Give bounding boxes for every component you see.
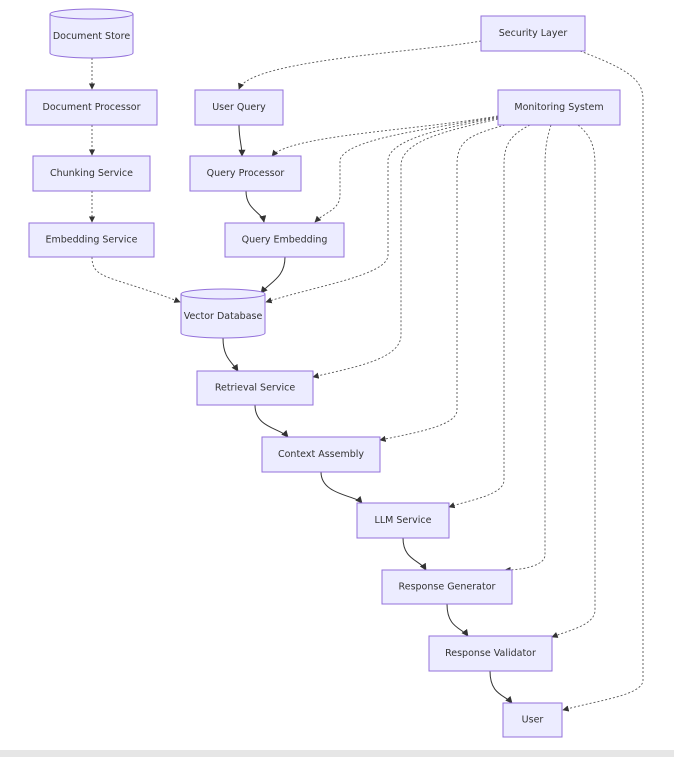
node-label: Document Store bbox=[53, 31, 131, 42]
edge-queryprocessor-queryembedding bbox=[245, 190, 267, 223]
node-response-gen: Response Generator bbox=[381, 569, 513, 605]
edge-llm-responsegen bbox=[402, 537, 427, 571]
node-llm: LLM Service bbox=[356, 502, 450, 539]
node-label: Query Processor bbox=[207, 168, 285, 179]
edge-security-user bbox=[562, 50, 644, 712]
node-label: Chunking Service bbox=[50, 168, 133, 179]
node-retrieval: Retrieval Service bbox=[196, 370, 314, 406]
node-label: Monitoring System bbox=[514, 102, 603, 113]
edge-security-userquery bbox=[238, 40, 482, 90]
node-query-embedding: Query Embedding bbox=[224, 222, 345, 258]
node-security: Security Layer bbox=[480, 15, 586, 52]
edge-monitoring-llm bbox=[448, 124, 531, 509]
edge-context-llm bbox=[320, 471, 363, 504]
edge-monitoring-vectordb bbox=[265, 117, 499, 304]
node-label: Response Validator bbox=[445, 648, 536, 659]
edge-retrieval-context bbox=[254, 404, 289, 438]
node-vector-db: Vector Database bbox=[180, 288, 266, 339]
node-doc-processor: Document Processor bbox=[25, 89, 158, 126]
edge-monitoring-queryprocessor bbox=[271, 115, 499, 157]
node-label: Security Layer bbox=[499, 28, 568, 39]
node-query-processor: Query Processor bbox=[189, 155, 302, 192]
node-label: Vector Database bbox=[184, 311, 263, 322]
node-label: Query Embedding bbox=[242, 235, 328, 246]
node-chunking: Chunking Service bbox=[32, 155, 151, 192]
bottom-scrollbar-area bbox=[0, 750, 674, 757]
flowchart: Document Store Document Processor Chunking… bbox=[25, 8, 644, 738]
edge-monitoring-responseval bbox=[551, 124, 596, 638]
node-doc-store: Document Store bbox=[49, 8, 134, 59]
node-label: User Query bbox=[212, 102, 266, 113]
node-label: User bbox=[522, 715, 544, 726]
node-response-val: Response Validator bbox=[428, 635, 553, 672]
node-label: LLM Service bbox=[375, 515, 432, 526]
edge-userquery-queryprocessor bbox=[238, 124, 246, 157]
edge-vectordb-retrieval bbox=[222, 337, 239, 372]
edge-monitoring-queryembedding bbox=[314, 116, 499, 223]
node-user-query: User Query bbox=[194, 89, 284, 126]
node-user: User bbox=[502, 702, 563, 738]
node-embedding: Embedding Service bbox=[28, 222, 155, 258]
edge-monitoring-responsegen bbox=[504, 124, 552, 574]
node-label: Context Assembly bbox=[278, 449, 364, 460]
node-context: Context Assembly bbox=[261, 436, 381, 473]
edge-responsegen-responseval bbox=[446, 603, 469, 637]
edge-monitoring-context bbox=[379, 124, 506, 442]
node-label: Response Generator bbox=[399, 582, 496, 593]
edge-responseval-user bbox=[489, 670, 513, 704]
edge-queryembedding-vectordb bbox=[260, 256, 286, 294]
node-label: Embedding Service bbox=[45, 235, 137, 246]
node-label: Retrieval Service bbox=[215, 383, 296, 394]
node-label: Document Processor bbox=[43, 102, 141, 113]
edge-embedding-vectordb bbox=[91, 256, 181, 303]
node-monitoring: Monitoring System bbox=[497, 89, 621, 126]
